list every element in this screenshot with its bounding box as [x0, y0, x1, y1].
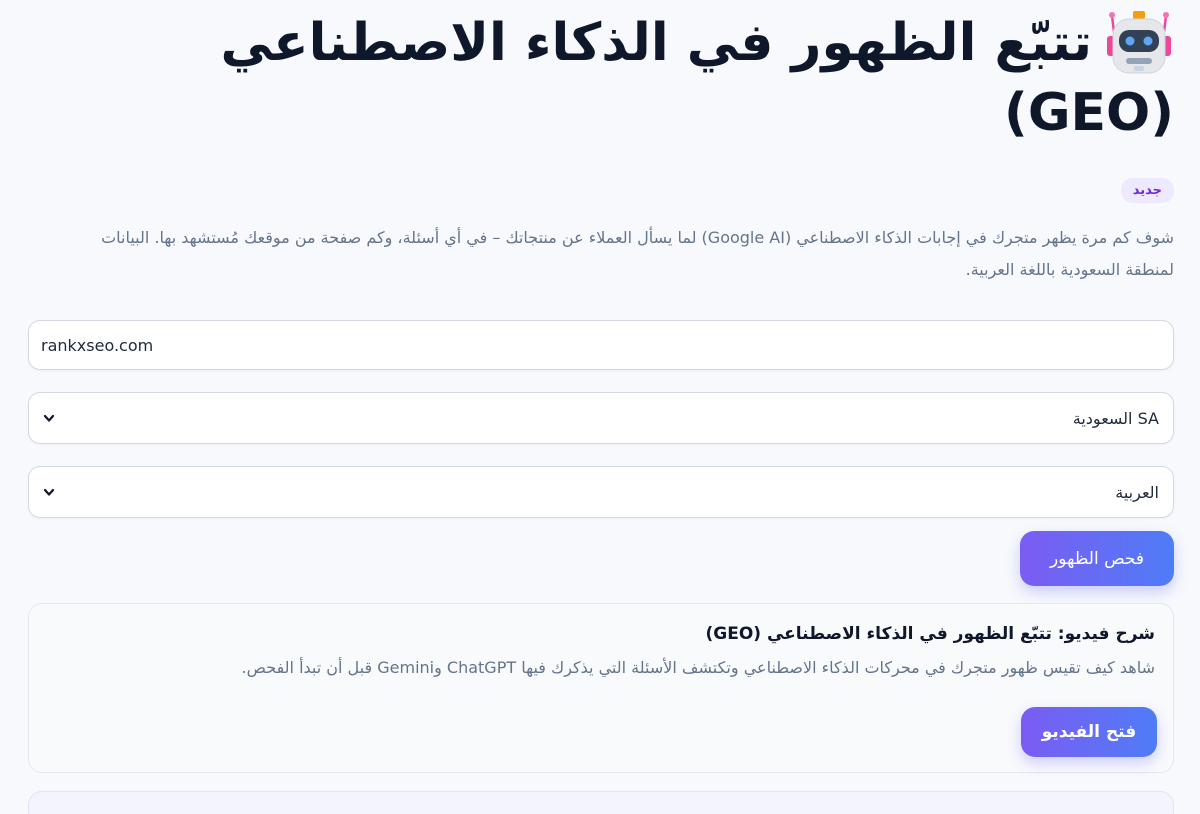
- open-video-button[interactable]: فتح الفيديو: [1021, 707, 1157, 757]
- next-card: [28, 791, 1174, 814]
- page-description: شوف كم مرة يظهر متجرك في إجابات الذكاء ا…: [101, 228, 1174, 279]
- check-visibility-button[interactable]: فحص الظهور: [1020, 531, 1174, 586]
- video-card: شرح فيديو: تتبّع الظهور في الذكاء الاصطن…: [28, 603, 1174, 773]
- language-select-value: العربية: [1115, 482, 1159, 502]
- page-title-suffix: (GEO): [1004, 83, 1174, 143]
- page-title: تتبّع الظهور في الذكاء الاصطناعي: [220, 13, 1092, 73]
- chevron-down-icon: [43, 414, 55, 422]
- domain-input[interactable]: rankxseo.com: [28, 320, 1174, 370]
- domain-input-value: rankxseo.com: [41, 335, 154, 355]
- new-badge: جديد: [1120, 178, 1174, 203]
- video-card-title: شرح فيديو: تتبّع الظهور في الذكاء الاصطن…: [705, 624, 1155, 644]
- robot-icon: [1107, 11, 1171, 74]
- title-row: تتبّع الظهور في الذكاء الاصطناعي: [60, 8, 1174, 78]
- page-header: تتبّع الظهور في الذكاء الاصطناعي (GEO): [60, 8, 1174, 146]
- language-select[interactable]: العربية: [28, 466, 1174, 518]
- chevron-down-icon: [43, 488, 55, 496]
- country-select[interactable]: SA السعودية: [28, 392, 1174, 444]
- country-select-value: SA السعودية: [1072, 408, 1159, 428]
- video-card-description: شاهد كيف تقيس ظهور متجرك في محركات الذكا…: [241, 658, 1155, 677]
- page: تتبّع الظهور في الذكاء الاصطناعي (GEO) ج…: [0, 0, 1200, 814]
